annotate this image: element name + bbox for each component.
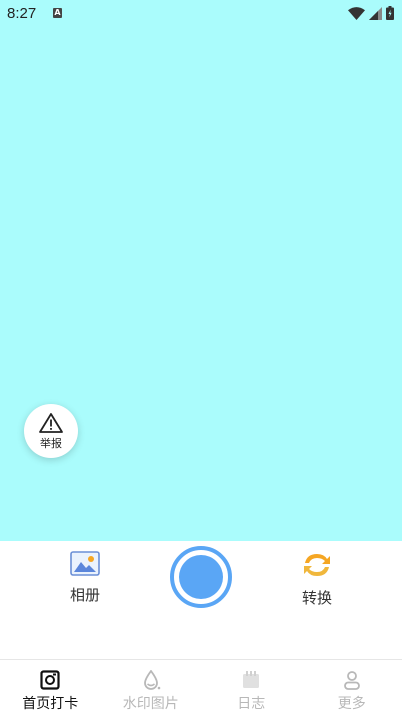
tab-log[interactable]: 日志 [201,660,302,714]
bottom-tab-bar: 首页打卡 水印图片 日志 更多 [0,659,402,714]
convert-label: 转换 [301,589,332,607]
status-bar: 8:27 A [0,0,402,28]
report-label: 举报 [40,436,62,450]
water-drop-icon [143,670,161,690]
tab-label: 日志 [237,696,266,712]
shutter-button[interactable] [170,546,232,608]
album-button[interactable]: 相册 [60,551,110,605]
image-icon [70,551,100,576]
status-icons [348,6,394,20]
report-button[interactable]: 举报 [24,404,78,458]
tab-watermark-image[interactable]: 水印图片 [101,660,202,714]
shutter-inner [179,555,223,599]
person-icon [343,671,360,690]
camera-frame-icon [40,670,60,690]
camera-controls: 相册 转换 [0,541,402,659]
tab-label: 更多 [337,696,366,712]
notification-icon: A [53,8,62,18]
signal-icon [369,6,382,20]
camera-preview[interactable] [0,28,402,541]
tab-label: 水印图片 [122,696,179,712]
tab-home-checkin[interactable]: 首页打卡 [0,660,101,714]
swap-arrows-icon [304,554,330,576]
tab-more[interactable]: 更多 [302,660,402,714]
calendar-icon [243,671,260,688]
battery-icon [386,6,394,20]
tab-label: 首页打卡 [22,696,79,712]
album-label: 相册 [69,586,100,604]
convert-button[interactable]: 转换 [292,551,342,608]
warning-triangle-icon [39,412,63,433]
wifi-icon [348,6,365,20]
status-time: 8:27 [7,5,37,22]
